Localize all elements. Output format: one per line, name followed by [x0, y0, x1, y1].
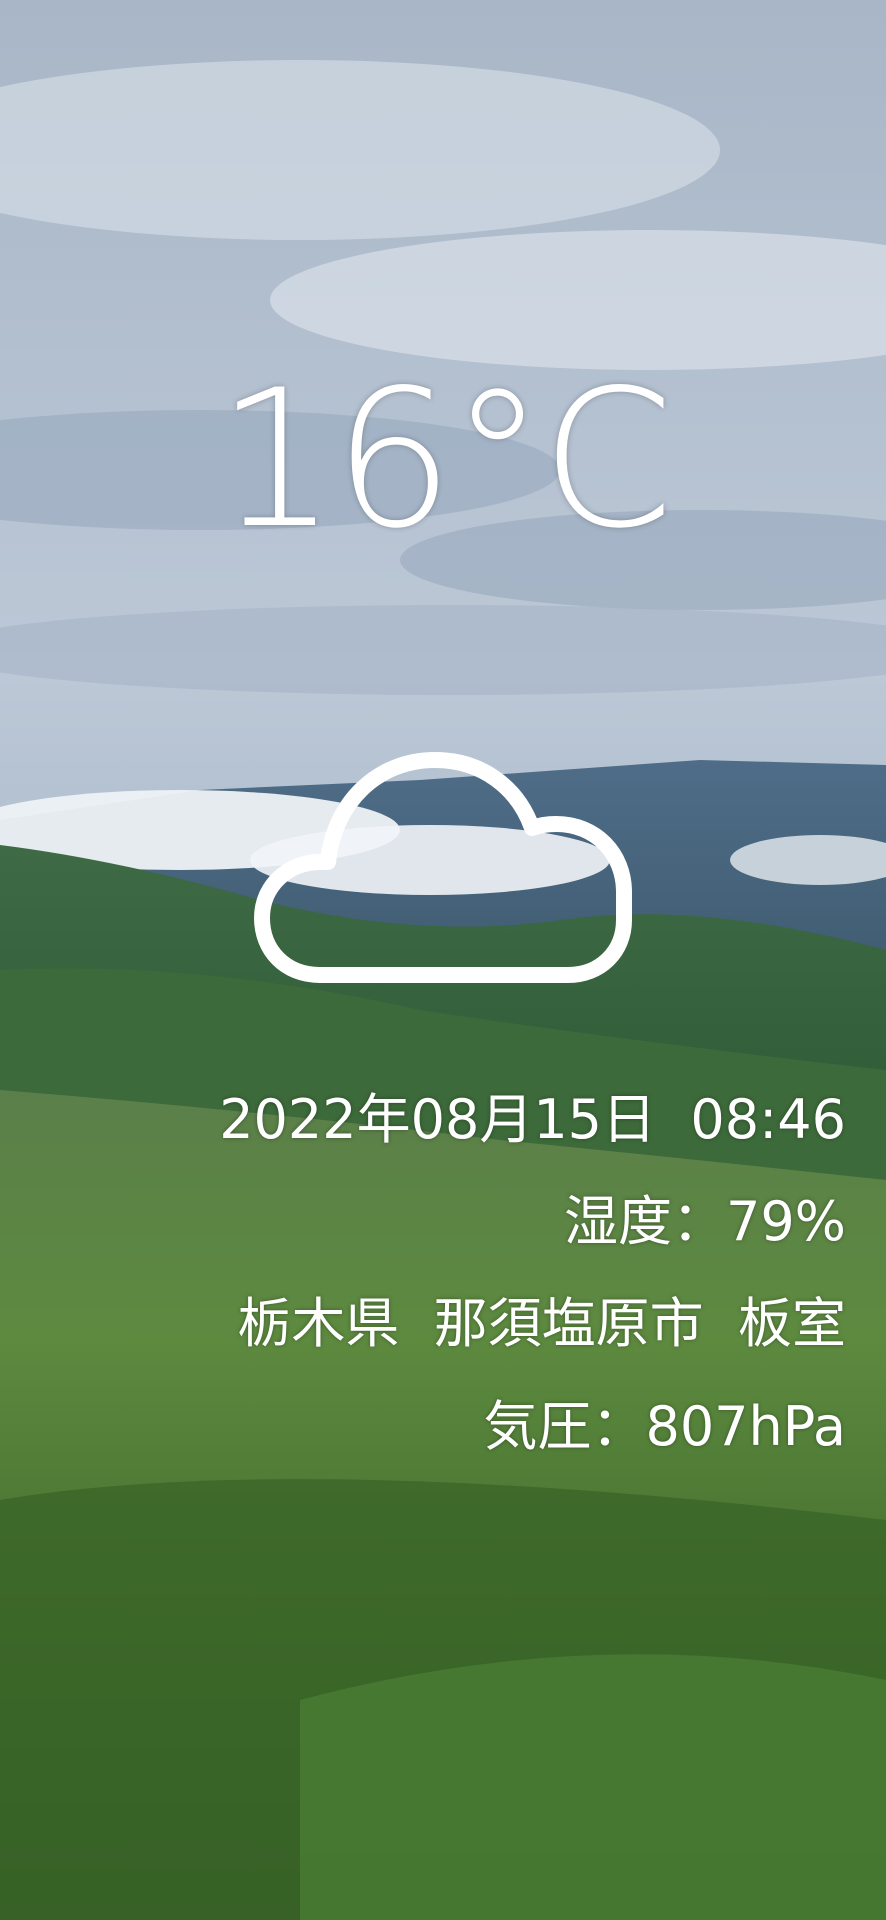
- date-time-text: 2022年08月15日 08:46: [219, 1088, 846, 1151]
- humidity-text: 湿度：79%: [563, 1190, 846, 1253]
- temperature-display: 16°C: [216, 349, 673, 570]
- cloud-icon: [254, 752, 632, 983]
- location-text: 栃木県 那須塩原市 板室: [237, 1292, 846, 1355]
- pressure-text: 気圧：807hPa: [483, 1395, 846, 1458]
